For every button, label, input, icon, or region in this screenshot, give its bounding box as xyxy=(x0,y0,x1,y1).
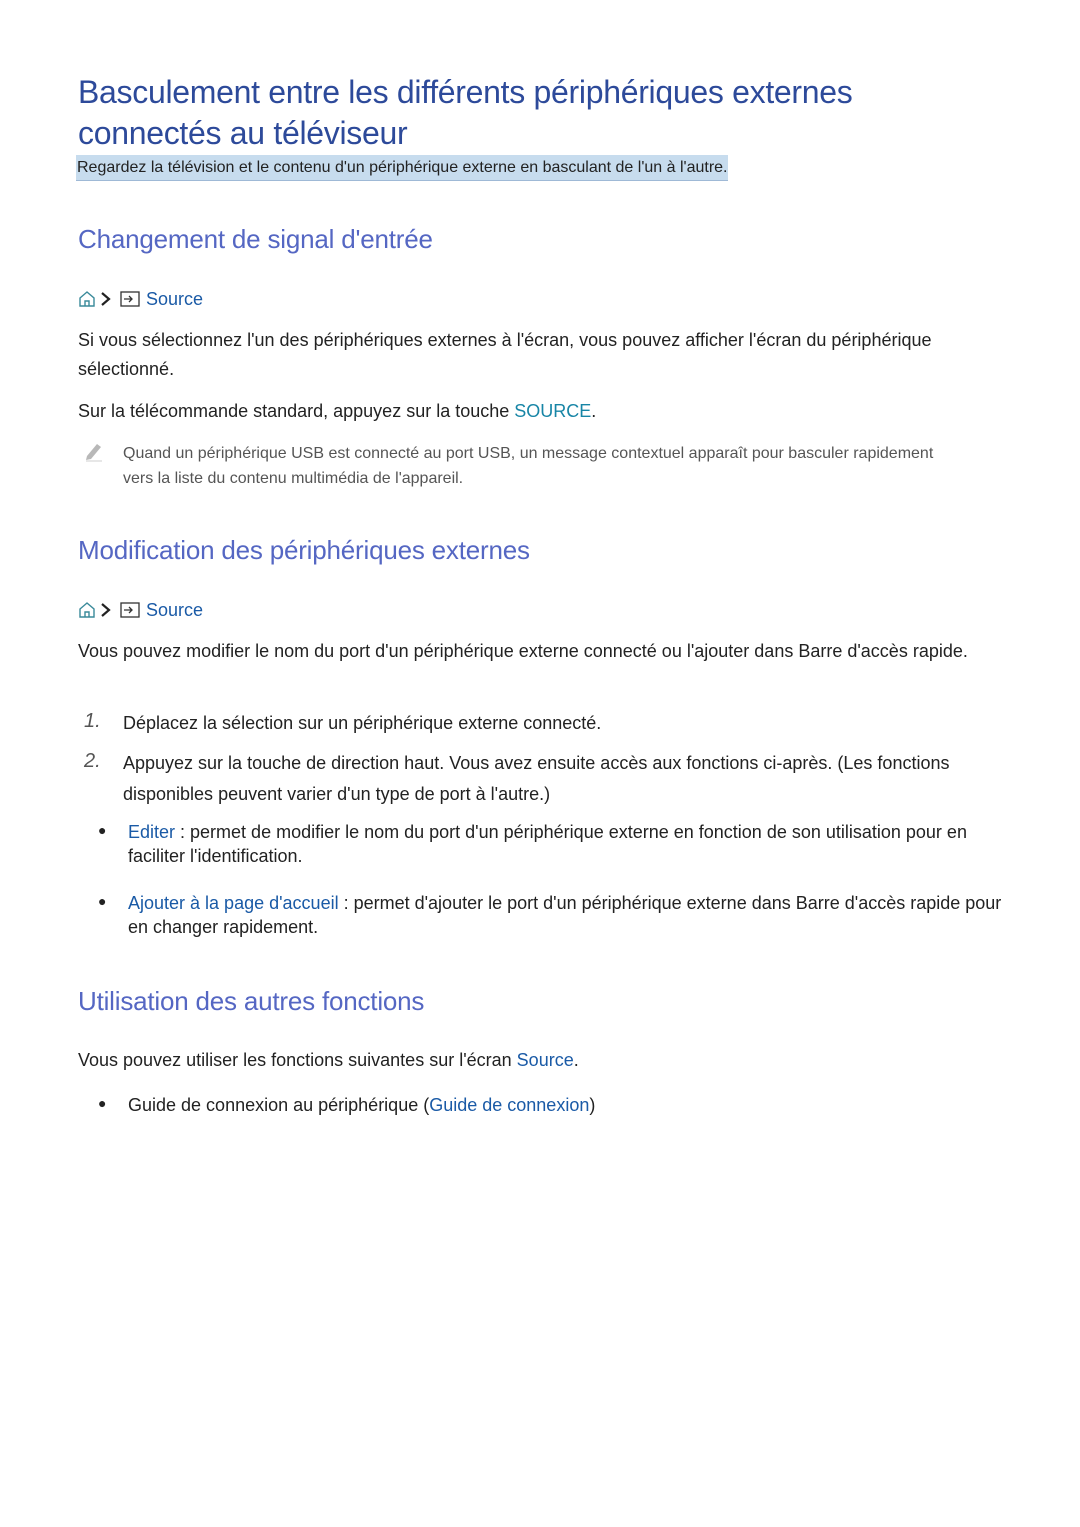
step-number: 1. xyxy=(84,710,101,732)
section-paragraph: Si vous sélectionnez l'un des périphériq… xyxy=(78,330,932,379)
paragraph-suffix: . xyxy=(573,1050,579,1070)
bullet-item-add-home: Ajouter à la page d'accueil : permet d'a… xyxy=(128,891,1008,939)
connection-guide-link[interactable]: Guide de connexion xyxy=(429,1095,589,1115)
bullet-item-connection-guide: Guide de connexion au périphérique (Guid… xyxy=(128,1093,1008,1117)
edit-option-text: : permet de modifier le nom du port d'un… xyxy=(128,822,967,866)
source-link[interactable]: Source xyxy=(517,1050,574,1070)
home-icon xyxy=(78,601,96,619)
connection-guide-suffix: ) xyxy=(589,1095,596,1115)
step-text: Déplacez la sélection sur un périphériqu… xyxy=(123,713,602,733)
section-paragraph: Vous pouvez utiliser les fonctions suiva… xyxy=(78,1046,1018,1075)
bullet-item-edit: Editer : permet de modifier le nom du po… xyxy=(128,820,1008,868)
remote-text-prefix: Sur la télécommande standard, appuyez su… xyxy=(78,401,515,421)
step-number: 2. xyxy=(84,750,101,772)
source-link[interactable]: Source xyxy=(146,600,203,621)
add-home-option-label: Ajouter à la page d'accueil xyxy=(128,893,339,913)
pencil-note-icon xyxy=(83,440,105,462)
section-heading-input-signal: Changement de signal d'entrée xyxy=(78,224,433,254)
source-input-icon xyxy=(120,291,140,307)
page-title: Basculement entre les différents périphé… xyxy=(78,74,853,151)
page-subtitle: Regardez la télévision et le contenu d'u… xyxy=(76,155,729,181)
chevron-right-icon xyxy=(99,601,113,619)
connection-guide-text: Guide de connexion au périphérique ( xyxy=(128,1095,430,1115)
source-input-icon xyxy=(120,602,140,618)
section-heading-other-functions: Utilisation des autres fonctions xyxy=(78,986,425,1016)
section-paragraph: Vous pouvez modifier le nom du port d'un… xyxy=(78,641,968,661)
bullet-icon: ● xyxy=(98,893,107,909)
menu-path: Source xyxy=(78,288,203,310)
remote-instruction: Sur la télécommande standard, appuyez su… xyxy=(78,397,1018,426)
menu-path: Source xyxy=(78,599,203,621)
remote-text-suffix: . xyxy=(591,401,597,421)
paragraph-prefix: Vous pouvez utiliser les fonctions suiva… xyxy=(78,1050,517,1070)
home-icon xyxy=(78,290,96,308)
source-key-label: SOURCE xyxy=(514,401,592,421)
section-heading-edit-devices: Modification des périphériques externes xyxy=(78,535,530,565)
source-link[interactable]: Source xyxy=(146,289,203,310)
note-text: Quand un périphérique USB est connecté a… xyxy=(123,445,934,487)
bullet-icon: ● xyxy=(98,1095,107,1111)
chevron-right-icon xyxy=(99,290,113,308)
edit-option-label: Editer xyxy=(128,822,176,842)
step-text: Appuyez sur la touche de direction haut.… xyxy=(123,753,950,804)
bullet-icon: ● xyxy=(98,822,107,838)
